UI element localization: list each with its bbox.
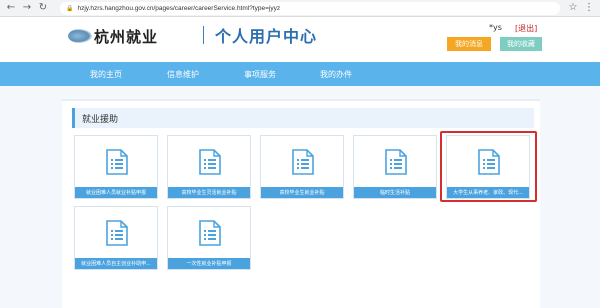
document-icon xyxy=(199,149,221,175)
document-icon xyxy=(292,149,314,175)
document-icon xyxy=(199,220,221,246)
my-messages-button[interactable]: 我的消息 xyxy=(447,37,491,51)
user-name: *ys xyxy=(489,23,502,32)
card-label: 高校毕业生灵活就业补贴 xyxy=(168,187,250,198)
arrow-right-icon[interactable]: → xyxy=(20,1,34,15)
lock-icon: 🔒 xyxy=(66,6,74,12)
document-icon xyxy=(106,220,128,246)
nav-item-my-cases[interactable]: 我的办件 xyxy=(320,62,352,86)
service-card[interactable]: 一次性就业补贴申报 xyxy=(167,206,251,270)
url-text: hzjy.hzrs.hangzhou.gov.cn/pages/career/c… xyxy=(77,5,281,12)
document-icon xyxy=(106,149,128,175)
address-bar[interactable]: 🔒 hzjy.hzrs.hangzhou.gov.cn/pages/career… xyxy=(60,2,560,15)
site-header: 杭州就业 个人用户中心 *ys [退出] 我的消息 我的收藏 xyxy=(0,17,600,62)
service-card[interactable]: 临时生活补贴 xyxy=(353,135,437,199)
card-label: 就业困难人员自主创业补助申... xyxy=(75,258,157,269)
highlight-box xyxy=(440,131,537,202)
logo-text: 杭州就业 xyxy=(94,27,159,46)
logout-link[interactable]: [退出] xyxy=(515,23,537,34)
browser-toolbar: ← → ↻ 🔒 hzjy.hzrs.hangzhou.gov.cn/pages/… xyxy=(0,0,600,17)
card-label: 临时生活补贴 xyxy=(354,187,436,198)
service-card[interactable]: 高校毕业生灵活就业补贴 xyxy=(167,135,251,199)
service-card[interactable]: 就业困难人员自主创业补助申... xyxy=(74,206,158,270)
card-label: 就业困难人员就业补贴申报 xyxy=(75,187,157,198)
my-favorites-button[interactable]: 我的收藏 xyxy=(500,37,542,51)
nav-item-home[interactable]: 我的主页 xyxy=(90,62,122,86)
reload-icon[interactable]: ↻ xyxy=(36,1,50,15)
card-label: 高校毕业生就业补贴 xyxy=(261,187,343,198)
arrow-left-icon[interactable]: ← xyxy=(4,1,18,15)
nav-item-info-maintenance[interactable]: 信息维护 xyxy=(167,62,199,86)
page-title: 个人用户中心 xyxy=(215,27,318,46)
main-nav: 我的主页 信息维护 事项服务 我的办件 xyxy=(0,62,600,86)
service-card[interactable]: 高校毕业生就业补贴 xyxy=(260,135,344,199)
title-divider xyxy=(203,26,204,44)
section-title: 就业援助 xyxy=(72,108,534,128)
menu-icon[interactable]: ⋮ xyxy=(582,1,596,15)
logo-emblem-icon xyxy=(68,29,92,43)
document-icon xyxy=(385,149,407,175)
service-card[interactable]: 就业困难人员就业补贴申报 xyxy=(74,135,158,199)
nav-item-services[interactable]: 事项服务 xyxy=(244,62,276,86)
card-label: 一次性就业补贴申报 xyxy=(168,258,250,269)
star-icon[interactable]: ☆ xyxy=(566,1,580,15)
site-logo[interactable]: 杭州就业 xyxy=(68,23,188,49)
